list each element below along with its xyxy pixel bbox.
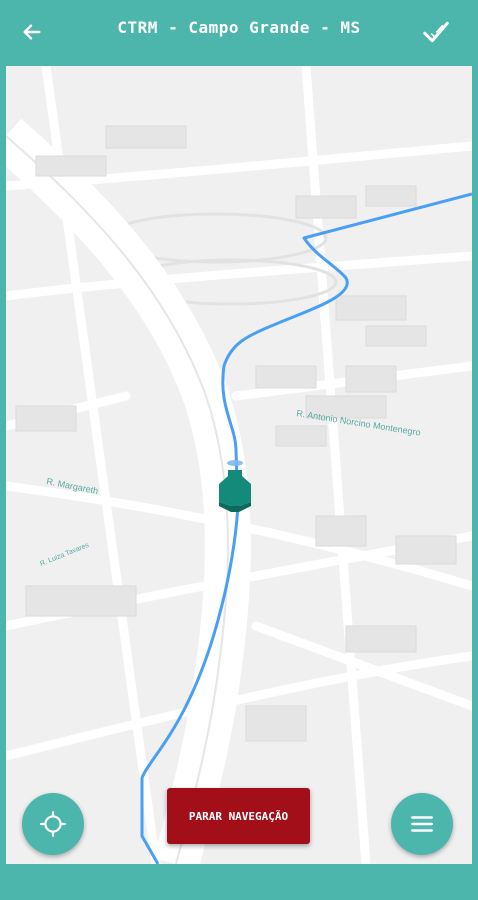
page-title: CTRM - Campo Grande - MS [117,18,361,37]
check-icon [423,21,449,43]
menu-button[interactable] [391,793,453,855]
locate-button[interactable] [22,793,84,855]
navigation-map[interactable]: R. Antonio Norcino Montenegro R. Margare… [6,66,472,864]
hamburger-menu-icon [411,816,433,832]
arrow-left-icon [23,24,41,40]
map-canvas: R. Antonio Norcino Montenegro R. Margare… [6,66,472,864]
app-header: CTRM - Campo Grande - MS [0,0,478,64]
bottom-bar [0,864,478,900]
crosshair-icon [40,811,66,837]
stop-navigation-button[interactable]: PARAR NAVEGAÇÃO [167,788,310,844]
back-button[interactable] [14,14,50,50]
confirm-button[interactable] [416,12,456,52]
